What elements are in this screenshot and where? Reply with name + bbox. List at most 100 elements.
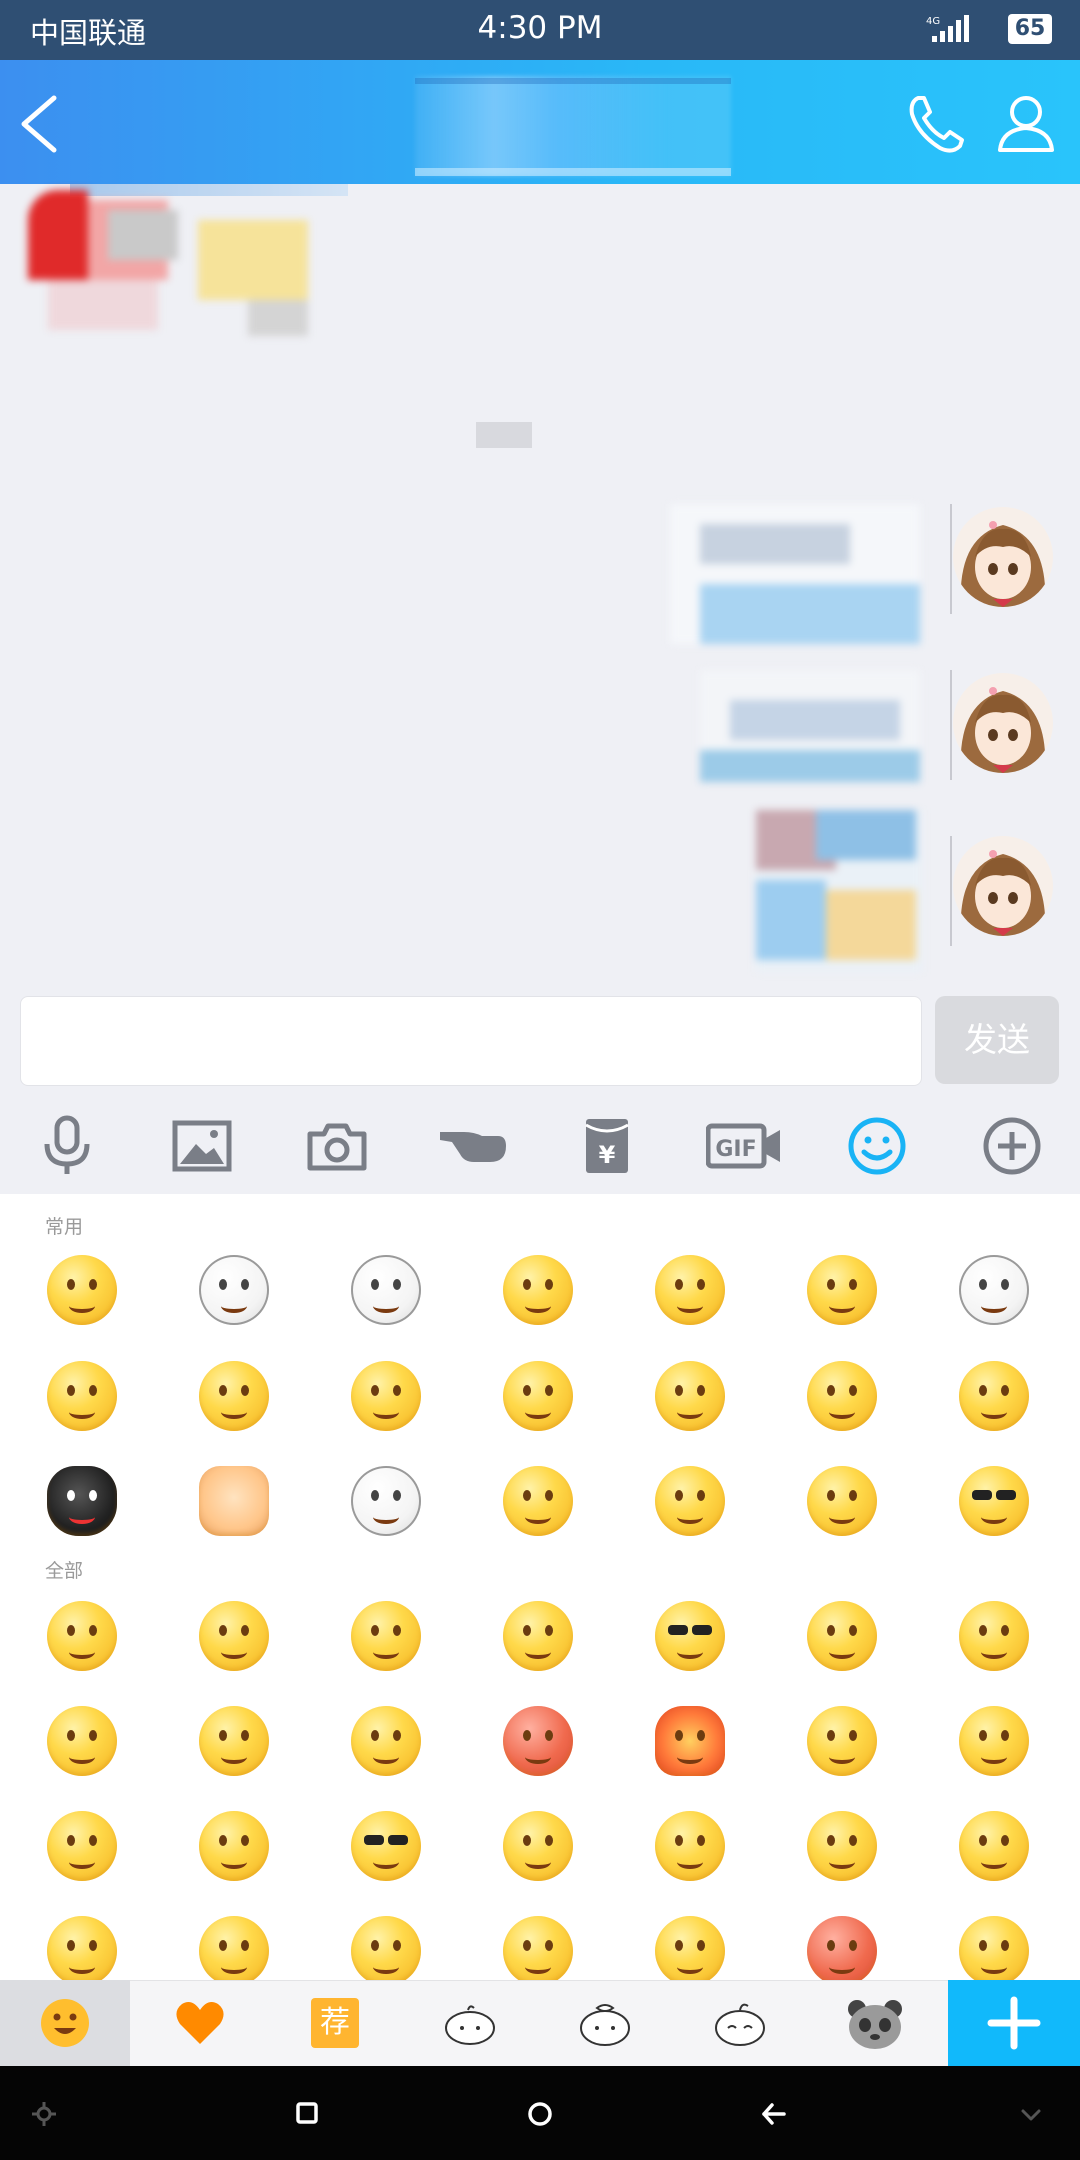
camera-icon	[307, 1123, 367, 1171]
gear-icon	[32, 2102, 56, 2126]
emoji-item[interactable]	[47, 1466, 117, 1536]
poke-icon	[440, 1132, 506, 1162]
recents-button[interactable]	[290, 2096, 324, 2130]
system-back-button[interactable]	[756, 2096, 792, 2132]
emoji-item[interactable]	[807, 1811, 877, 1881]
emoji-item[interactable]	[807, 1361, 877, 1431]
sent-message-redacted[interactable]	[756, 810, 922, 972]
emoji-item[interactable]	[807, 1706, 877, 1776]
svg-text:¥: ¥	[599, 1141, 616, 1169]
settings-button[interactable]	[30, 2100, 58, 2128]
emoji-item[interactable]	[655, 1706, 725, 1776]
anime-avatar-icon	[953, 673, 1053, 773]
tab-sticker-pack-1[interactable]	[405, 1980, 535, 2066]
received-message-redacted[interactable]	[28, 190, 308, 336]
section-recent-label: 常用	[45, 1216, 84, 1238]
camera-button[interactable]	[289, 1098, 385, 1194]
poke-button[interactable]	[424, 1098, 520, 1194]
emoji-item[interactable]	[199, 1361, 269, 1431]
hide-nav-button[interactable]	[1016, 2100, 1046, 2130]
home-button[interactable]	[522, 2096, 558, 2132]
emoji-item[interactable]	[655, 1361, 725, 1431]
message-input[interactable]	[20, 996, 922, 1086]
emoji-item[interactable]	[807, 1601, 877, 1671]
emoji-item[interactable]	[199, 1255, 269, 1325]
emoji-item[interactable]	[199, 1466, 269, 1536]
emoji-item[interactable]	[47, 1706, 117, 1776]
emoji-item[interactable]	[503, 1361, 573, 1431]
emoji-item[interactable]	[199, 1706, 269, 1776]
chevron-left-icon	[21, 95, 57, 153]
panda-sticker-icon	[848, 2000, 902, 2049]
emoji-item[interactable]	[655, 1811, 725, 1881]
tab-classic-emoji[interactable]	[0, 1980, 130, 2066]
recommend-icon: 荐	[311, 1998, 359, 2048]
emoji-item[interactable]	[351, 1916, 421, 1980]
emoji-item[interactable]	[959, 1706, 1029, 1776]
battery-indicator: 65	[1008, 14, 1052, 44]
more-button[interactable]	[964, 1098, 1060, 1194]
emoji-item[interactable]	[807, 1916, 877, 1980]
emoji-item[interactable]	[503, 1466, 573, 1536]
emoji-item[interactable]	[351, 1361, 421, 1431]
emoji-item[interactable]	[47, 1811, 117, 1881]
emoji-item[interactable]	[807, 1255, 877, 1325]
emoji-item[interactable]	[655, 1916, 725, 1980]
emoji-item[interactable]	[503, 1916, 573, 1980]
emoji-item[interactable]	[351, 1706, 421, 1776]
back-button[interactable]	[14, 88, 74, 160]
profile-button[interactable]	[990, 88, 1062, 160]
emoji-item[interactable]	[351, 1255, 421, 1325]
tab-sticker-pack-3[interactable]	[675, 1980, 805, 2066]
sticker-bun-2-icon	[580, 2004, 630, 2046]
emoji-item[interactable]	[47, 1361, 117, 1431]
avatar[interactable]	[953, 673, 1053, 773]
red-envelope-icon: ¥	[585, 1119, 629, 1173]
emoji-item[interactable]	[351, 1811, 421, 1881]
image-button[interactable]	[154, 1098, 250, 1194]
avatar[interactable]	[953, 836, 1053, 936]
emoji-item[interactable]	[503, 1255, 573, 1325]
emoji-item[interactable]	[655, 1255, 725, 1325]
emoji-button[interactable]	[829, 1098, 925, 1194]
anime-avatar-icon	[953, 836, 1053, 936]
emoji-item[interactable]	[959, 1916, 1029, 1980]
voice-button[interactable]	[19, 1098, 115, 1194]
plus-icon	[987, 1996, 1041, 2050]
emoji-item[interactable]	[351, 1601, 421, 1671]
emoji-item[interactable]	[47, 1916, 117, 1980]
emoji-item[interactable]	[959, 1255, 1029, 1325]
avatar[interactable]	[953, 507, 1053, 607]
sticker-bun-3-icon	[715, 2003, 765, 2046]
sent-message-redacted[interactable]	[700, 670, 922, 782]
emoji-item[interactable]	[503, 1706, 573, 1776]
emoji-item[interactable]	[807, 1466, 877, 1536]
svg-text:GIF: GIF	[715, 1137, 756, 1162]
chevron-down-icon	[1021, 2109, 1041, 2121]
gif-button[interactable]: GIF	[694, 1098, 794, 1194]
emoji-item[interactable]	[959, 1361, 1029, 1431]
add-sticker-button[interactable]	[948, 1980, 1080, 2066]
tab-recommended[interactable]: 荐	[270, 1980, 400, 2066]
call-button[interactable]	[900, 88, 972, 160]
emoji-item[interactable]	[199, 1601, 269, 1671]
emoji-item[interactable]	[655, 1466, 725, 1536]
emoji-item[interactable]	[959, 1466, 1029, 1536]
emoji-item[interactable]	[503, 1811, 573, 1881]
tab-sticker-pack-2[interactable]	[540, 1980, 670, 2066]
tab-favorites[interactable]	[135, 1980, 265, 2066]
emoji-item[interactable]	[351, 1466, 421, 1536]
sent-message-redacted[interactable]	[670, 504, 922, 644]
signal-icon: 4G	[926, 14, 970, 48]
emoji-item[interactable]	[199, 1811, 269, 1881]
emoji-item[interactable]	[199, 1916, 269, 1980]
send-button[interactable]: 发送	[935, 996, 1059, 1084]
emoji-item[interactable]	[503, 1601, 573, 1671]
emoji-item[interactable]	[959, 1601, 1029, 1671]
red-envelope-button[interactable]: ¥	[559, 1098, 655, 1194]
emoji-item[interactable]	[47, 1601, 117, 1671]
emoji-item[interactable]	[959, 1811, 1029, 1881]
emoji-item[interactable]	[47, 1255, 117, 1325]
tab-sticker-pack-4[interactable]	[810, 1980, 940, 2066]
emoji-item[interactable]	[655, 1601, 725, 1671]
